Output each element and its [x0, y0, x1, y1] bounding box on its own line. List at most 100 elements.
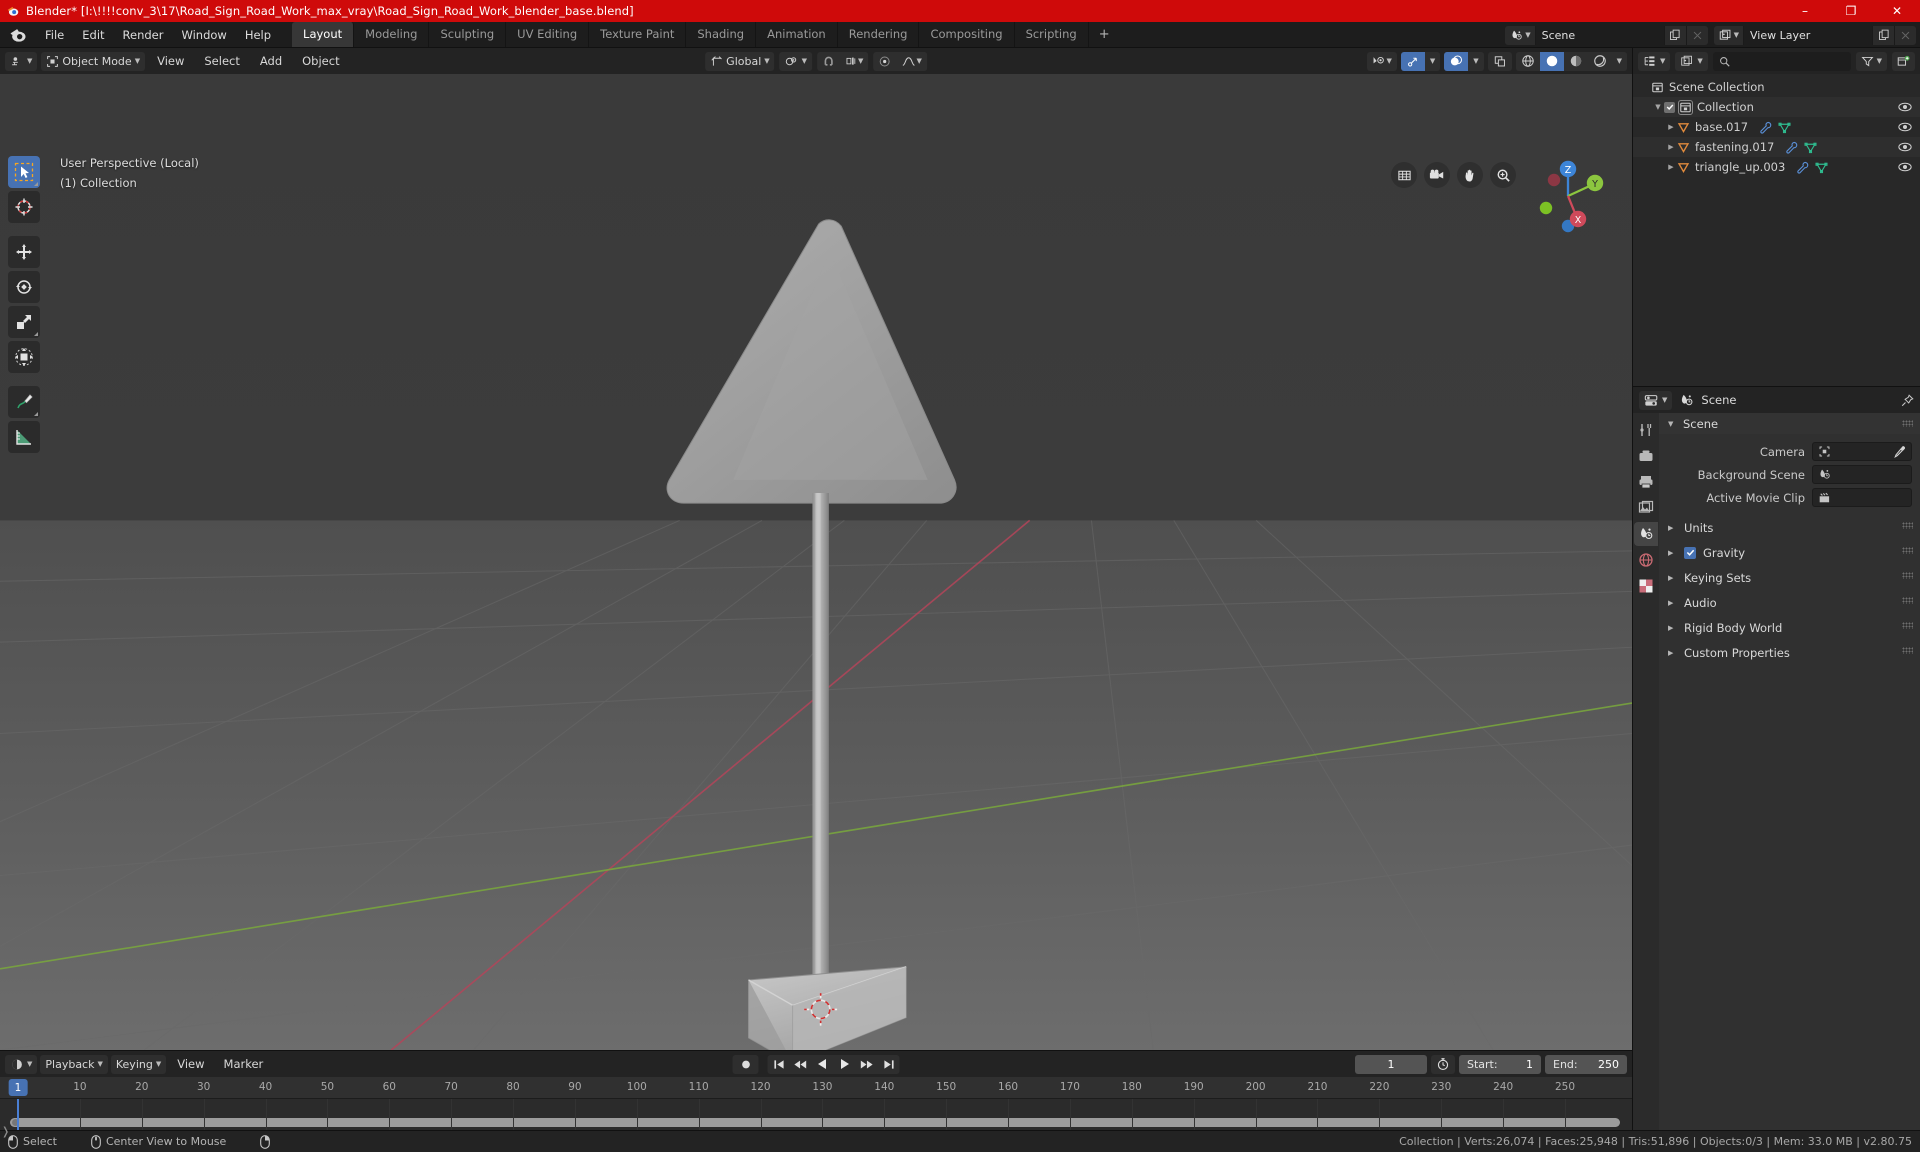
scene-new-button[interactable] — [1663, 25, 1686, 45]
scene-panel-header[interactable]: ▼ Scene — [1659, 413, 1920, 434]
timeline-menu-playback[interactable]: Playback ▼ — [40, 1054, 108, 1074]
view-layer-tab[interactable] — [1634, 496, 1658, 520]
shading-solid-button[interactable] — [1539, 51, 1564, 71]
previous-keyframe-button[interactable] — [790, 1055, 812, 1074]
proportional-edit-toggle[interactable] — [873, 52, 896, 71]
play-button[interactable] — [834, 1055, 856, 1074]
menu-window[interactable]: Window — [172, 25, 235, 45]
scene-tab[interactable] — [1634, 522, 1658, 546]
viewport-menu-view[interactable]: View — [149, 51, 192, 71]
modifier-icon[interactable] — [1796, 161, 1809, 174]
timeline-body[interactable]: ❭ — [0, 1099, 1632, 1138]
tab-compositing[interactable]: Compositing — [919, 22, 1015, 47]
transform-tool[interactable] — [8, 341, 40, 373]
camera-field[interactable] — [1812, 442, 1912, 461]
gravity-checkbox[interactable] — [1684, 546, 1696, 559]
3d-viewport[interactable]: User Perspective (Local) (1) Collection — [0, 74, 1632, 1050]
collection-checkbox[interactable] — [1664, 101, 1675, 113]
tab-rendering[interactable]: Rendering — [838, 22, 920, 47]
next-keyframe-button[interactable] — [856, 1055, 878, 1074]
move-tool[interactable] — [8, 236, 40, 268]
show-overlays-toggle[interactable] — [1444, 51, 1469, 71]
outliner-row-collection[interactable]: ▼ Collection — [1633, 97, 1920, 117]
tab-layout[interactable]: Layout — [292, 22, 355, 47]
outliner-row-base-017[interactable]: ▶ base.017 — [1633, 117, 1920, 137]
navigation-gizmo[interactable]: Z Y X — [1528, 156, 1608, 236]
mesh-data-icon[interactable] — [1778, 121, 1791, 134]
outliner-display-mode-dropdown[interactable]: ▼ — [1675, 51, 1708, 71]
timeline-playhead-line[interactable] — [17, 1099, 19, 1130]
panel-drag-handle[interactable] — [1902, 647, 1913, 654]
visibility-eye-icon[interactable] — [1898, 121, 1912, 133]
pivot-point-dropdown[interactable]: ▼ — [779, 51, 813, 71]
outliner-editor-type-button[interactable]: ▼ — [1638, 51, 1671, 71]
tab-sculpting[interactable]: Sculpting — [429, 22, 507, 47]
properties-editor-type-button[interactable]: ▼ — [1639, 390, 1673, 410]
texture-tab[interactable] — [1634, 574, 1658, 598]
tab-scripting[interactable]: Scripting — [1015, 22, 1089, 47]
pin-id-button[interactable] — [1901, 393, 1914, 407]
view-layer-remove-button[interactable] — [1894, 25, 1916, 45]
object-mode-dropdown[interactable]: Object Mode ▼ — [41, 51, 146, 71]
audio-panel-header[interactable]: ▶ Audio — [1659, 590, 1920, 615]
shading-options-dropdown[interactable]: ▼ — [1611, 51, 1627, 71]
collapse-arrow-icon[interactable]: ▶ — [1665, 163, 1677, 171]
menu-render[interactable]: Render — [114, 25, 173, 45]
shading-wireframe-button[interactable] — [1515, 51, 1540, 71]
measure-tool[interactable] — [8, 421, 40, 453]
collapse-arrow-icon[interactable]: ▶ — [1665, 123, 1677, 131]
shading-material-button[interactable] — [1563, 51, 1588, 71]
current-frame-field[interactable]: 1 — [1355, 1054, 1427, 1074]
mesh-data-icon[interactable] — [1815, 161, 1828, 174]
camera-view-button[interactable] — [1424, 162, 1450, 188]
output-tab[interactable] — [1634, 470, 1658, 494]
snap-magnet-toggle[interactable] — [817, 52, 840, 71]
visibility-eye-icon[interactable] — [1898, 101, 1912, 113]
snap-target-dropdown[interactable]: ▼ — [840, 51, 869, 71]
proportional-falloff-dropdown[interactable]: ▼ — [896, 51, 927, 71]
outliner-row-fastening-017[interactable]: ▶ fastening.017 — [1633, 137, 1920, 157]
camera-eyedropper-button[interactable] — [1893, 445, 1907, 459]
gravity-panel-header[interactable]: ▶ Gravity — [1659, 540, 1920, 565]
add-workspace-button[interactable]: + — [1089, 25, 1120, 44]
start-frame-field[interactable]: Start: 1 — [1459, 1054, 1541, 1074]
menu-file[interactable]: File — [36, 25, 73, 45]
tab-modeling[interactable]: Modeling — [354, 22, 430, 47]
panel-drag-handle[interactable] — [1902, 622, 1913, 629]
viewport-menu-add[interactable]: Add — [252, 51, 290, 71]
end-frame-field[interactable]: End: 250 — [1545, 1054, 1627, 1074]
tab-texture-paint[interactable]: Texture Paint — [589, 22, 687, 47]
outliner-row-scene-collection[interactable]: Scene Collection — [1633, 77, 1920, 97]
mesh-data-icon[interactable] — [1804, 141, 1817, 154]
scene-name-field[interactable]: Scene — [1535, 25, 1664, 45]
tab-uv-editing[interactable]: UV Editing — [506, 22, 590, 47]
show-gizmo-toggle[interactable] — [1400, 51, 1425, 71]
visibility-eye-icon[interactable] — [1898, 161, 1912, 173]
use-preview-range-button[interactable] — [1431, 1054, 1455, 1074]
active-movie-clip-field[interactable] — [1812, 488, 1912, 507]
minimize-button[interactable]: – — [1782, 0, 1828, 22]
tab-animation[interactable]: Animation — [756, 22, 838, 47]
outliner-search-input[interactable] — [1712, 51, 1851, 71]
modifier-icon[interactable] — [1759, 121, 1772, 134]
panel-drag-handle[interactable] — [1902, 522, 1913, 529]
cursor-tool[interactable] — [8, 191, 40, 223]
units-panel-header[interactable]: ▶ Units — [1659, 515, 1920, 540]
annotate-tool[interactable] — [8, 386, 40, 418]
panel-drag-handle[interactable] — [1902, 420, 1913, 427]
collapse-arrow-icon[interactable]: ▶ — [1665, 143, 1677, 151]
transform-orientation-dropdown[interactable]: Global ▼ — [705, 51, 775, 71]
timeline-menu-view[interactable]: View — [169, 1054, 212, 1074]
view-layer-browse-button[interactable]: ▼ — [1713, 25, 1744, 45]
modifier-icon[interactable] — [1785, 141, 1798, 154]
zoom-view-button[interactable] — [1490, 162, 1516, 188]
render-tab[interactable] — [1634, 444, 1658, 468]
timeline-editor-type-button[interactable]: ▼ — [5, 1054, 38, 1074]
jump-to-start-button[interactable] — [768, 1055, 790, 1074]
scene-selector[interactable]: ▼ Scene — [1505, 25, 1708, 45]
background-scene-field[interactable] — [1812, 465, 1912, 484]
tweak-select-tool[interactable] — [8, 156, 40, 188]
overlay-options-dropdown[interactable]: ▼ — [1468, 51, 1484, 71]
panel-drag-handle[interactable] — [1902, 597, 1913, 604]
editor-type-button[interactable]: ▼ — [5, 51, 38, 71]
